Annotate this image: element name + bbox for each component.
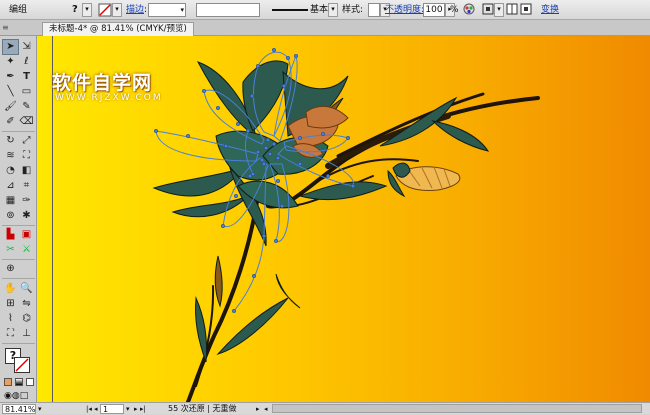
line-tool-icon[interactable]: ╲ xyxy=(3,85,18,99)
stroke-weight-field[interactable]: ▾ xyxy=(148,3,186,17)
color-mode-icons[interactable] xyxy=(4,378,34,388)
scroll-left-icon[interactable]: ◂ xyxy=(264,404,268,414)
ruler-icon[interactable]: ⊥ xyxy=(19,327,34,341)
artboard-tool-icon[interactable]: ▣ xyxy=(19,228,34,242)
free-transform-icon[interactable]: ⛶ xyxy=(19,149,34,163)
status-bar: 81.41% ▾ |◂ ◂ 1 ▾ ▸ ▸| 55 次还原 | 无重做 ▸ ◂ xyxy=(0,402,650,414)
width-tool-icon[interactable]: ⌇ xyxy=(3,312,18,326)
page-field[interactable]: 1 xyxy=(100,404,124,414)
align-grid-icon[interactable] xyxy=(482,3,494,17)
panel-grip-icon[interactable]: ≡ xyxy=(2,23,9,32)
pen-tool-icon[interactable]: ✒ xyxy=(3,70,18,84)
slice-tool-icon[interactable]: ✂ xyxy=(3,243,18,257)
stroke-dropdown[interactable]: ▾ xyxy=(112,3,122,17)
document-tab[interactable]: 未标题-4* @ 81.41% (CMYK/预览) xyxy=(42,22,194,36)
percent-sign: % xyxy=(450,5,459,15)
lasso-icon[interactable]: ℓ xyxy=(19,55,34,69)
align-dropdown[interactable]: ▾ xyxy=(494,3,504,17)
reference-point-icon[interactable] xyxy=(520,3,532,17)
perspective-grid-icon[interactable]: ⊿ xyxy=(3,179,18,193)
mesh-tool-icon[interactable]: ⌗ xyxy=(19,179,34,193)
transform-link[interactable]: 变换 xyxy=(541,3,559,17)
fill-dropdown[interactable]: ▾ xyxy=(82,3,92,17)
bud xyxy=(392,162,461,191)
status-text: 55 次还原 | 无重做 xyxy=(168,404,237,413)
shape-builder-icon[interactable]: ◔ xyxy=(3,164,18,178)
eyedropper-icon[interactable]: ✑ xyxy=(19,194,34,208)
opacity-label[interactable]: 不透明度: xyxy=(385,3,424,17)
graph-tool-icon[interactable]: ▙ xyxy=(3,228,18,242)
variable-width-field[interactable] xyxy=(196,3,260,17)
brush-definition[interactable]: 基本 xyxy=(270,3,336,17)
zoom-field[interactable]: 81.41% xyxy=(2,404,36,414)
zoom-tool-icon[interactable]: 🔍 xyxy=(19,282,34,296)
type-tool-icon[interactable]: T xyxy=(19,70,34,84)
first-page-icon[interactable]: |◂ xyxy=(86,404,92,414)
prev-page-icon[interactable]: ◂ xyxy=(94,404,98,414)
stroke-swatch-tool-icon[interactable] xyxy=(14,357,30,373)
reflect-icon[interactable]: ⇋ xyxy=(19,297,34,311)
next-page-icon[interactable]: ▸ xyxy=(134,404,138,414)
stroke-swatch-icon[interactable] xyxy=(98,3,112,17)
gradient-tool-icon[interactable]: ▦ xyxy=(3,194,18,208)
eraser-icon[interactable]: ⌫ xyxy=(19,115,34,129)
style-label: 样式: xyxy=(342,5,364,15)
blob-brush-icon[interactable]: ✐ xyxy=(3,115,18,129)
knife-icon[interactable]: ⚔ xyxy=(19,243,34,257)
stroke-label[interactable]: 描边 xyxy=(126,3,144,17)
tools-panel: ➤ ⇲ ✦ ℓ ✒ T ╲ ▭ 🖌 ✎ ✐ ⌫ ↻ ⤢ ≋ ⛶ ◔ ◧ ⊿ ⌗ … xyxy=(0,36,37,402)
screen-mode-icon[interactable]: ⊞ xyxy=(3,297,18,311)
rotate-tool-icon[interactable]: ↻ xyxy=(3,134,18,148)
zoom-dropdown-icon[interactable]: ▾ xyxy=(38,404,42,414)
paintbrush-icon[interactable]: 🖌 xyxy=(3,100,18,114)
blend-tool-icon[interactable]: ⊚ xyxy=(3,209,18,223)
artboard-canvas[interactable]: 软件自学网 WWW.RJZXW.COM xyxy=(38,36,650,402)
symbol-sprayer-icon[interactable]: ✱ xyxy=(19,209,34,223)
live-paint-icon[interactable]: ◧ xyxy=(19,164,34,178)
puppet-icon[interactable]: ⌬ xyxy=(19,312,34,326)
warp-tool-icon[interactable]: ≋ xyxy=(3,149,18,163)
document-tab-bar: 未标题-4* @ 81.41% (CMYK/预览) ≡ xyxy=(0,20,650,36)
page-dropdown-icon[interactable]: ▾ xyxy=(126,404,130,414)
recolor-icon[interactable] xyxy=(463,3,475,17)
control-bar: 编组 ? ▾ ▾ 描边 : ▾ 基本 ▾ 样式: ▾ 不透明度: 100 ▸ %… xyxy=(0,0,650,20)
rectangle-tool-icon[interactable]: ▭ xyxy=(19,85,34,99)
crop-tool-icon[interactable]: ⛶ xyxy=(3,327,18,341)
pencil-icon[interactable]: ✎ xyxy=(19,100,34,114)
status-menu-icon[interactable]: ▸ xyxy=(256,404,260,414)
hand-tool-icon[interactable]: ✋ xyxy=(3,282,18,296)
watermark-url: WWW.RJZXW.COM xyxy=(55,93,163,103)
fill-icon[interactable]: ? xyxy=(72,3,78,17)
brush-dropdown[interactable]: ▾ xyxy=(328,3,338,17)
mode-label: 编组 xyxy=(9,5,28,15)
magic-wand-icon[interactable]: ✦ xyxy=(3,55,18,69)
align-center-icon[interactable] xyxy=(506,3,518,17)
target-icon[interactable]: ⊕ xyxy=(3,262,18,276)
style-swatch[interactable] xyxy=(368,3,380,17)
last-page-icon[interactable]: ▸| xyxy=(140,404,146,414)
selection-tool-icon[interactable]: ➤ xyxy=(2,39,19,55)
draw-mode-icons[interactable]: ◉◍□ xyxy=(4,391,34,401)
horizontal-scrollbar[interactable] xyxy=(272,404,642,413)
watermark-site-name: 软件自学网 xyxy=(52,72,153,94)
direct-selection-tool-icon[interactable]: ⇲ xyxy=(19,40,34,54)
scale-tool-icon[interactable]: ⤢ xyxy=(19,134,34,148)
opacity-field[interactable]: 100 xyxy=(423,3,445,17)
